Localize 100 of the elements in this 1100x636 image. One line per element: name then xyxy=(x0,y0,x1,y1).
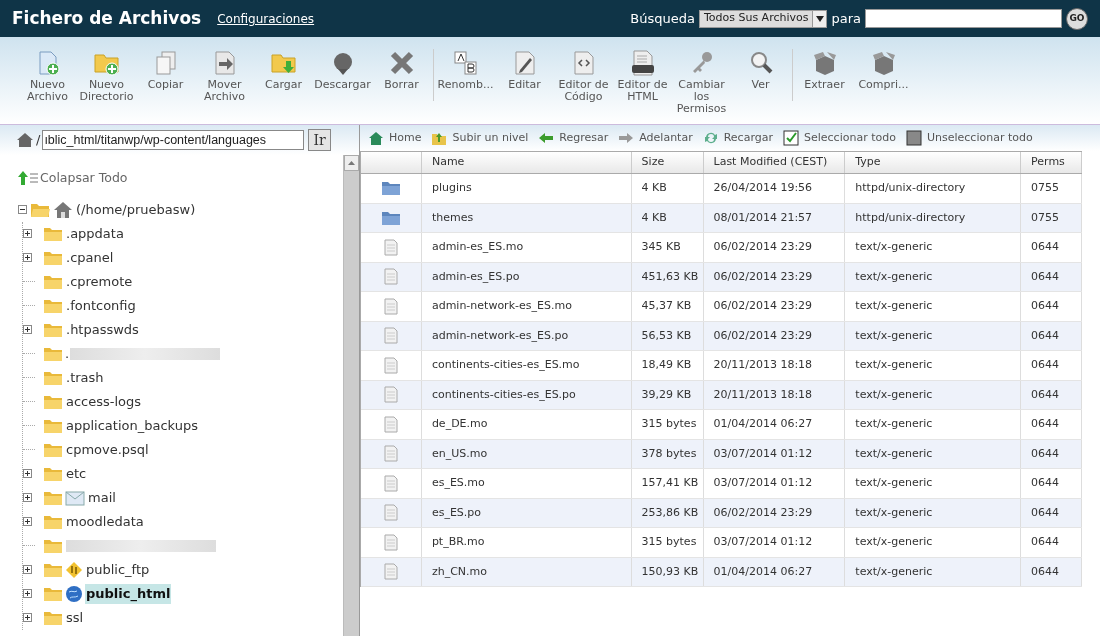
tree-item[interactable]: moodledata xyxy=(65,512,145,532)
expand-toggle[interactable] xyxy=(23,565,32,575)
home-icon xyxy=(16,132,34,148)
table-cell: text/x-generic xyxy=(845,292,1022,321)
toolbar-button[interactable]: Borrar xyxy=(372,49,431,91)
tree-item[interactable]: .cpremote xyxy=(65,272,134,292)
column-header[interactable]: Size xyxy=(631,152,704,173)
expand-toggle[interactable] xyxy=(23,325,32,335)
table-cell: 03/07/2014 01:12 xyxy=(703,469,846,498)
toolbar-button[interactable]: Ver xyxy=(731,49,790,91)
column-header[interactable]: Name xyxy=(421,152,632,173)
expand-toggle[interactable] xyxy=(23,589,32,599)
action-button[interactable]: Recargar xyxy=(702,129,773,147)
table-cell: continents-cities-es_ES.mo xyxy=(421,351,632,380)
table-cell: 0644 xyxy=(1021,439,1082,468)
tree-item[interactable]: .appdata xyxy=(65,224,125,244)
tree-item[interactable]: cpmove.psql xyxy=(65,440,150,460)
action-button[interactable]: Seleccionar todo xyxy=(783,129,896,147)
action-button[interactable]: Home xyxy=(368,129,422,147)
table-cell: 315 bytes xyxy=(631,410,704,439)
scroll-up-arrow-icon[interactable] xyxy=(348,161,355,165)
file-icon xyxy=(383,386,398,404)
collapse-toggle[interactable] xyxy=(18,205,27,215)
folder-icon xyxy=(43,585,63,602)
table-cell: text/x-generic xyxy=(845,410,1022,439)
toolbar-button[interactable]: Editor de Código xyxy=(554,49,613,103)
toolbar-button[interactable]: Editor de HTML xyxy=(613,49,672,103)
tree-item[interactable]: etc xyxy=(65,464,88,484)
expand-toggle[interactable] xyxy=(23,253,32,263)
column-header[interactable]: Perms xyxy=(1021,152,1082,173)
toolbar-button[interactable]: Nuevo Archivo xyxy=(18,49,77,103)
go-button[interactable]: GO xyxy=(1066,7,1088,30)
table-cell: 0755 xyxy=(1021,203,1082,232)
table-cell: 20/11/2013 18:18 xyxy=(703,351,846,380)
tree-item[interactable]: mail xyxy=(87,488,117,508)
tree-item[interactable]: public_ftp xyxy=(85,560,151,580)
scrollbar[interactable] xyxy=(343,155,359,636)
folder-icon xyxy=(43,249,63,266)
table-cell: 0644 xyxy=(1021,498,1082,527)
tree-item[interactable]: access-logs xyxy=(65,392,143,412)
toolbar-button[interactable]: Extraer xyxy=(795,49,854,91)
search-field[interactable] xyxy=(865,9,1062,28)
table-cell: 253,86 KB xyxy=(631,498,704,527)
back-arrow-icon xyxy=(538,130,555,146)
tree-item[interactable]: . xyxy=(65,344,70,364)
action-button[interactable]: Regresar xyxy=(538,129,609,147)
tree-item[interactable]: .cpanel xyxy=(65,248,115,268)
expand-toggle[interactable] xyxy=(23,469,32,479)
tree-item[interactable]: public_html xyxy=(85,584,172,604)
toolbar-button[interactable]: Renomb... xyxy=(436,49,495,91)
table-cell: de_DE.mo xyxy=(421,410,632,439)
action-button[interactable]: Adelantar xyxy=(618,129,693,147)
tree-item[interactable]: .fontconfig xyxy=(65,296,137,316)
file-icon xyxy=(383,504,398,522)
table-cell: 345 KB xyxy=(631,233,704,262)
action-button[interactable]: Unseleccionar todo xyxy=(905,129,1033,147)
envelope-icon xyxy=(65,489,85,506)
toolbar-button[interactable]: Copiar xyxy=(136,49,195,91)
toolbar-button[interactable]: Editar xyxy=(495,49,554,91)
expand-toggle[interactable] xyxy=(23,229,32,239)
table-cell: text/x-generic xyxy=(845,380,1022,409)
folder-icon xyxy=(43,369,63,386)
expand-toggle[interactable] xyxy=(23,493,32,503)
folder-icon xyxy=(43,345,63,362)
table-cell: httpd/unix-directory xyxy=(845,203,1022,232)
tree-item[interactable]: application_backups xyxy=(65,416,199,436)
tree-item[interactable]: ssl xyxy=(65,608,85,628)
go-button[interactable]: Ir xyxy=(308,129,331,151)
table-cell: admin-network-es_ES.po xyxy=(421,321,632,350)
folder-icon xyxy=(43,297,63,314)
table-cell: 0644 xyxy=(1021,528,1082,557)
path-field[interactable]: ıblic_html/titanwp/wp-content/languages xyxy=(42,130,305,150)
table-cell: 157,41 KB xyxy=(631,469,704,498)
table-cell: text/x-generic xyxy=(845,321,1022,350)
toolbar-button[interactable]: Mover Archivo xyxy=(195,49,254,103)
expand-toggle[interactable] xyxy=(23,517,32,527)
column-header[interactable]: Last Modified (CEST) xyxy=(703,152,846,173)
expand-toggle[interactable] xyxy=(23,613,32,623)
table-cell: httpd/unix-directory xyxy=(845,174,1022,203)
table-cell: text/x-generic xyxy=(845,498,1022,527)
table-cell: zh_CN.mo xyxy=(421,557,632,586)
settings-link[interactable]: Configuraciones xyxy=(217,9,315,28)
tree-item[interactable]: .htpasswds xyxy=(65,320,140,340)
collapse-all-button[interactable]: Colapsar Todo xyxy=(18,169,343,188)
table-cell: 0644 xyxy=(1021,557,1082,586)
table-cell: 56,53 KB xyxy=(631,321,704,350)
column-header[interactable]: Type xyxy=(845,152,1022,173)
toolbar-button[interactable]: Cargar xyxy=(254,49,313,91)
toolbar-button[interactable]: Descargar xyxy=(313,49,372,91)
search-scope-select[interactable]: Todos Sus Archivos xyxy=(698,9,828,28)
search-label: Búsqueda xyxy=(630,9,695,28)
file-icon xyxy=(383,327,398,345)
tree-root-label[interactable]: (/home/pruebasw) xyxy=(76,200,196,220)
table-cell: 0644 xyxy=(1021,321,1082,350)
tree-item[interactable]: .trash xyxy=(65,368,105,388)
toolbar-button[interactable]: Compri... xyxy=(854,49,913,91)
action-button[interactable]: Subir un nivel xyxy=(431,129,529,147)
toolbar-button[interactable]: Nuevo Directorio xyxy=(77,49,136,103)
toolbar-button[interactable]: Cambiar los Permisos xyxy=(672,49,731,115)
folder-icon xyxy=(43,465,63,482)
